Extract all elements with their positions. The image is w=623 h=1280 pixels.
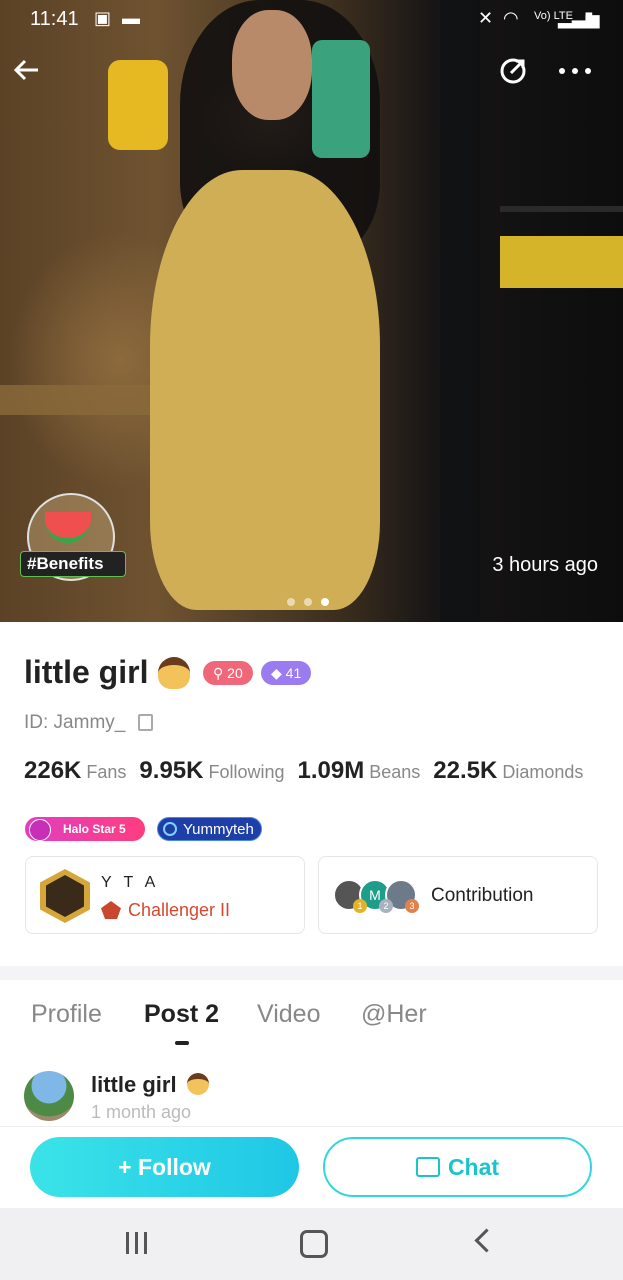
contribution-card[interactable]: M 1 2 3 Contribution bbox=[318, 856, 598, 934]
tab-her[interactable]: @Her bbox=[361, 1000, 427, 1029]
rank-2-badge: 2 bbox=[379, 899, 393, 913]
post-author-name[interactable]: little girl bbox=[91, 1072, 177, 1098]
more-options-icon[interactable] bbox=[558, 56, 592, 92]
background-person bbox=[108, 60, 168, 150]
post-author-avatar[interactable] bbox=[24, 1071, 74, 1121]
active-tab-indicator bbox=[175, 1041, 189, 1045]
girl-emoji-icon bbox=[187, 1073, 209, 1095]
fans-count: 226K bbox=[24, 757, 82, 784]
challenger-rank-icon bbox=[101, 901, 121, 919]
gallery-notification-icon: ▣ bbox=[94, 8, 112, 28]
following-count: 9.95K bbox=[139, 757, 204, 784]
nav-back-icon[interactable] bbox=[474, 1228, 499, 1253]
wall-stripe bbox=[500, 236, 623, 288]
home-icon[interactable] bbox=[300, 1230, 328, 1258]
level-badge-value: 20 bbox=[227, 665, 243, 681]
message-notification-icon: ▬ bbox=[122, 8, 140, 28]
tab-profile[interactable]: Profile bbox=[31, 1000, 102, 1029]
wifi-icon: ◠ bbox=[503, 8, 519, 28]
eye-icon bbox=[163, 822, 177, 836]
copy-icon[interactable] bbox=[138, 714, 153, 731]
rank-1-badge: 1 bbox=[353, 899, 367, 913]
pager-dot bbox=[304, 598, 312, 606]
post-time: 1 month ago bbox=[91, 1102, 192, 1122]
chat-button[interactable]: Chat bbox=[323, 1137, 592, 1197]
profile-tabs: Profile Post 2 Video @Her bbox=[0, 1000, 623, 1040]
post-time-ago: 3 hours ago bbox=[492, 554, 598, 576]
subject-phone bbox=[312, 40, 370, 158]
family-name: Y T A bbox=[101, 874, 160, 891]
girl-emoji-icon bbox=[158, 657, 190, 689]
section-divider bbox=[0, 966, 623, 980]
family-card[interactable]: Y T A Challenger II bbox=[25, 856, 305, 934]
mute-icon: ✕ bbox=[478, 8, 494, 28]
rank-3-badge: 3 bbox=[405, 899, 419, 913]
gem-badge-value: 41 bbox=[285, 665, 302, 681]
pager-dot bbox=[287, 598, 295, 606]
battery-icon: ▮ bbox=[584, 8, 594, 28]
tab-post[interactable]: Post 2 bbox=[144, 1000, 219, 1029]
fans-label: Fans bbox=[86, 762, 127, 782]
chat-icon bbox=[415, 1156, 440, 1177]
status-bar: 11:41 ▣ ▬ ✕ ◠ Vo) LTE ▂▃▅ ▮ bbox=[0, 0, 623, 40]
user-id: ID: Jammy_ bbox=[24, 712, 126, 733]
family-tag[interactable]: Yummyteh bbox=[157, 817, 262, 841]
chat-label: Chat bbox=[447, 1154, 500, 1180]
action-bar: + Follow Chat bbox=[0, 1126, 623, 1209]
pager-dot-active bbox=[321, 598, 329, 606]
following-label: Following bbox=[208, 762, 285, 782]
halo-gem-icon bbox=[29, 819, 51, 841]
follow-button[interactable]: + Follow bbox=[30, 1137, 299, 1197]
profile-name: little girl bbox=[24, 654, 149, 690]
rank-title: Challenger II bbox=[128, 900, 231, 920]
beans-count: 1.09M bbox=[297, 757, 365, 784]
profile-stats: 226K Fans 9.95K Following 1.09M Beans 22.5K… bbox=[24, 757, 591, 785]
share-icon[interactable] bbox=[498, 56, 528, 92]
halo-star-tag[interactable]: Halo Star 5 bbox=[25, 817, 145, 841]
photo-pager-dots bbox=[287, 598, 329, 606]
system-nav-bar bbox=[0, 1208, 623, 1280]
diamonds-label: Diamonds bbox=[502, 762, 584, 782]
gem-badge[interactable]: ◆ 41 bbox=[261, 661, 312, 685]
top-contributors: M 1 2 3 bbox=[333, 879, 429, 915]
contribution-label: Contribution bbox=[431, 885, 534, 906]
diamonds-count: 22.5K bbox=[433, 757, 498, 784]
status-time: 11:41 bbox=[30, 8, 79, 30]
tab-video[interactable]: Video bbox=[257, 1000, 321, 1029]
beans-label: Beans bbox=[369, 762, 421, 782]
level-badge[interactable]: ⚲ 20 bbox=[203, 661, 253, 685]
family-tag-label: Yummyteh bbox=[183, 821, 254, 838]
background-pillar bbox=[440, 0, 480, 622]
back-arrow-icon[interactable] bbox=[12, 56, 40, 90]
wall-decoration bbox=[500, 206, 623, 212]
recent-apps-icon[interactable] bbox=[126, 1232, 150, 1254]
benefits-label[interactable]: #Benefits bbox=[20, 551, 126, 577]
lion-emblem-icon bbox=[40, 869, 90, 923]
halo-star-label: Halo Star 5 bbox=[63, 822, 126, 836]
subject-dress bbox=[150, 170, 380, 610]
